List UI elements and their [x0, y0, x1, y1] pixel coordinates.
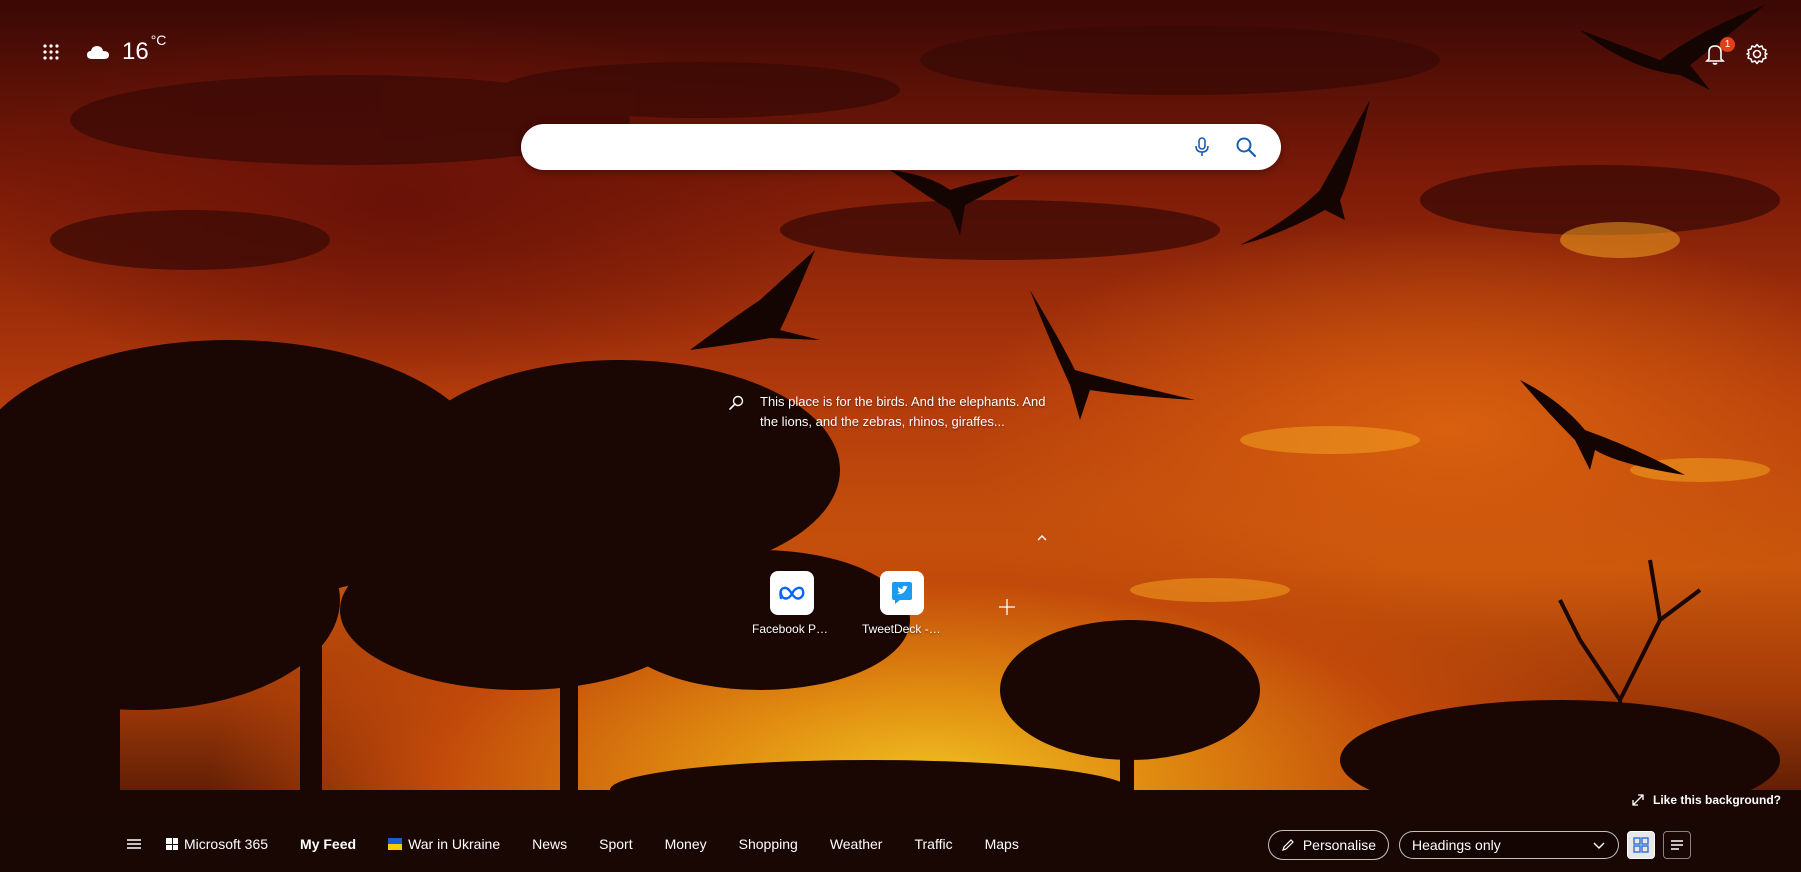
temperature-unit: °C — [150, 32, 167, 48]
weather-widget[interactable]: 16 °C — [86, 32, 167, 66]
nav-item-label: Sport — [599, 836, 633, 852]
quick-link-label: Facebook Pa... — [752, 622, 832, 636]
pencil-icon — [1281, 839, 1294, 851]
temperature-value: 16 °C — [122, 32, 167, 65]
cloud-icon — [87, 46, 109, 59]
chevron-down-icon — [1593, 842, 1605, 849]
search-input[interactable] — [545, 124, 1189, 172]
personalise-label: Personalise — [1302, 837, 1376, 853]
nav-item-money[interactable]: Money — [665, 836, 707, 852]
list-view-icon — [1671, 840, 1683, 850]
personalise-button[interactable]: Personalise — [1267, 830, 1389, 860]
list-view-button[interactable] — [1663, 831, 1691, 859]
nav-item-label: Shopping — [738, 836, 798, 852]
like-background-label: Like this background? — [1652, 793, 1781, 807]
nav-item-traffic[interactable]: Traffic — [914, 836, 952, 852]
nav-item-label: Microsoft 365 — [184, 836, 269, 852]
feed-tabs: Microsoft 365 My Feed War in Ukraine New… — [124, 820, 1051, 868]
meta-icon — [770, 571, 814, 615]
grid-view-button[interactable] — [1627, 831, 1655, 859]
plus-icon — [999, 599, 1015, 615]
nav-item-microsoft-365[interactable]: Microsoft 365 — [166, 836, 268, 852]
windows-logo-icon — [166, 838, 178, 850]
search-box — [521, 124, 1281, 172]
nav-item-sport[interactable]: Sport — [599, 836, 632, 852]
gear-icon — [1746, 43, 1768, 65]
expand-icon — [1632, 794, 1644, 806]
image-search-icon — [729, 395, 744, 410]
notification-badge: 1 — [1720, 37, 1735, 52]
chevron-up-icon[interactable] — [1034, 530, 1050, 546]
quick-link-tweetdeck[interactable]: TweetDeck - ... — [862, 571, 942, 636]
nav-item-war-in-ukraine[interactable]: War in Ukraine — [388, 836, 500, 852]
nav-item-label: My Feed — [300, 836, 357, 852]
feed-controls: Personalise Headings only — [1267, 830, 1691, 860]
menu-icon[interactable] — [124, 834, 144, 854]
nav-item-label: Maps — [984, 836, 1019, 852]
top-left-bar: 16 °C — [38, 32, 167, 66]
top-right-bar: 1 — [1703, 37, 1769, 66]
nav-item-shopping[interactable]: Shopping — [739, 836, 798, 852]
apps-grid-icon[interactable] — [38, 39, 64, 65]
notifications-button[interactable]: 1 — [1703, 37, 1735, 66]
settings-button[interactable] — [1745, 42, 1769, 66]
nav-item-label: Traffic — [914, 836, 953, 852]
content-layout-dropdown[interactable]: Headings only — [1399, 831, 1619, 859]
content-layout-value: Headings only — [1412, 837, 1501, 853]
nav-item-label: Weather — [829, 836, 883, 852]
ukraine-flag-icon — [388, 838, 403, 850]
caption-text: This place is for the birds. And the ele… — [760, 394, 1046, 429]
nav-item-my-feed[interactable]: My Feed — [300, 836, 356, 852]
nav-item-news[interactable]: News — [532, 836, 567, 852]
quick-link-facebook[interactable]: Facebook Pa... — [752, 571, 832, 636]
quick-link-label: TweetDeck - ... — [862, 622, 942, 636]
nav-item-label: Money — [664, 836, 707, 852]
microphone-icon[interactable] — [1191, 136, 1213, 158]
search-icon[interactable] — [1235, 136, 1257, 158]
quick-links: Facebook Pa... TweetDeck - ... — [752, 571, 942, 636]
nav-item-weather[interactable]: Weather — [830, 836, 883, 852]
grid-view-icon — [1633, 837, 1649, 853]
nav-item-label: War in Ukraine — [408, 836, 501, 852]
nav-item-maps[interactable]: Maps — [985, 836, 1019, 852]
feed-nav-bar: Microsoft 365 My Feed War in Ukraine New… — [0, 820, 1801, 872]
tweetdeck-icon — [880, 571, 924, 615]
like-background-link[interactable]: Like this background? — [1631, 793, 1781, 807]
background-caption[interactable]: This place is for the birds. And the ele… — [728, 392, 1048, 432]
add-quick-link-button[interactable] — [996, 596, 1018, 618]
nav-item-label: News — [532, 836, 568, 852]
